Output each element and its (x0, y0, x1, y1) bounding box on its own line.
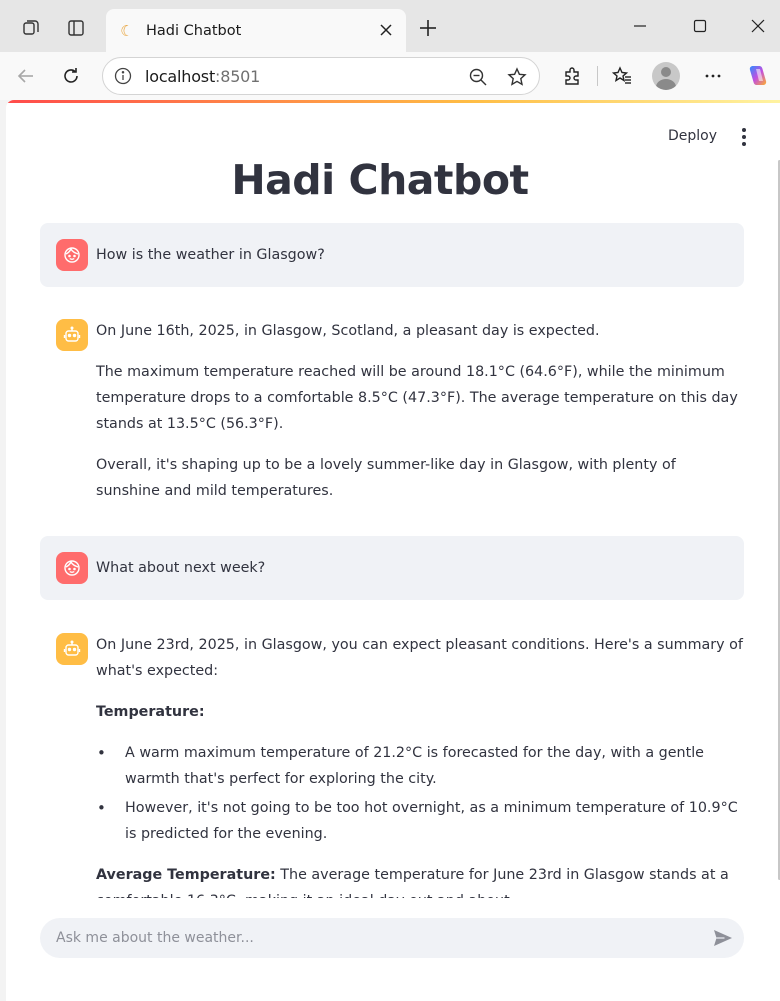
minimize-icon[interactable] (620, 10, 660, 42)
robot-icon (56, 319, 88, 351)
reload-icon[interactable] (57, 62, 85, 90)
bullet-list: A warm maximum temperature of 21.2°C is … (96, 740, 744, 847)
zoom-out-icon[interactable] (467, 66, 489, 88)
message-paragraph: On June 23rd, 2025, in Glasgow, you can … (96, 637, 743, 679)
user-face-icon (56, 552, 88, 584)
close-window-icon[interactable] (738, 10, 778, 42)
message-content: What about next week? (96, 555, 744, 581)
new-tab-icon[interactable] (414, 14, 442, 42)
header-decoration-bar (6, 100, 780, 103)
favorite-star-icon[interactable] (506, 66, 528, 88)
back-arrow-icon[interactable] (12, 62, 40, 90)
profile-avatar[interactable] (652, 62, 680, 90)
extensions-icon[interactable] (558, 62, 586, 90)
chat-message-assistant: On June 16th, 2025, in Glasgow, Scotland… (40, 315, 744, 515)
chat-message-assistant: On June 23rd, 2025, in Glasgow, you can … (40, 629, 744, 929)
message-content: On June 16th, 2025, in Glasgow, Scotland… (96, 318, 744, 519)
site-info-icon[interactable] (113, 66, 133, 86)
message-text: How is the weather in Glasgow? (96, 247, 325, 263)
favorites-list-icon[interactable] (608, 62, 636, 90)
url-text[interactable]: localhost:8501 (145, 67, 260, 86)
workspaces-icon[interactable] (17, 14, 45, 42)
browser-toolbar: localhost:8501 (0, 52, 780, 100)
chat-input-container (6, 898, 780, 1001)
deploy-button[interactable]: Deploy (668, 128, 717, 144)
chat-input-field[interactable] (56, 927, 686, 949)
average-label: Average Temperature: (96, 867, 276, 883)
message-content: How is the weather in Glasgow? (96, 242, 744, 268)
browser-tab-active[interactable]: ☾ Hadi Chatbot (106, 9, 406, 52)
message-paragraph: Overall, it's shaping up to be a lovely … (96, 457, 676, 499)
main-menu-icon[interactable] (736, 127, 752, 147)
copilot-icon[interactable] (744, 62, 772, 90)
tab-title: Hadi Chatbot (146, 22, 242, 39)
message-paragraph: The maximum temperature reached will be … (96, 364, 738, 432)
message-content: On June 23rd, 2025, in Glasgow, you can … (96, 632, 744, 929)
chat-message-user: What about next week? (40, 536, 744, 600)
chat-input-box[interactable] (40, 918, 744, 958)
tab-actions-icon[interactable] (62, 14, 90, 42)
maximize-icon[interactable] (680, 10, 720, 42)
section-heading: Temperature: (96, 699, 744, 725)
browser-tab-strip: ☾ Hadi Chatbot (0, 0, 780, 52)
url-port: :8501 (215, 67, 261, 86)
close-tab-icon[interactable] (376, 20, 396, 40)
user-face-icon (56, 239, 88, 271)
more-options-icon[interactable] (699, 62, 727, 90)
toolbar-separator (597, 66, 598, 86)
page-viewport: Deploy Hadi Chatbot How is the weather i… (6, 100, 780, 1001)
chat-message-user: How is the weather in Glasgow? (40, 223, 744, 287)
bullet-item: A warm maximum temperature of 21.2°C is … (96, 740, 744, 792)
moon-favicon-icon: ☾ (120, 22, 134, 40)
section-heading-text: Temperature: (96, 704, 205, 720)
address-bar[interactable]: localhost:8501 (102, 57, 540, 95)
url-host: localhost (145, 67, 216, 86)
message-text: What about next week? (96, 560, 266, 576)
page-title: Hadi Chatbot (231, 156, 529, 204)
robot-icon (56, 633, 88, 665)
message-paragraph: On June 16th, 2025, in Glasgow, Scotland… (96, 323, 600, 339)
send-icon[interactable] (710, 926, 736, 950)
bullet-item: However, it's not going to be too hot ov… (96, 795, 744, 847)
